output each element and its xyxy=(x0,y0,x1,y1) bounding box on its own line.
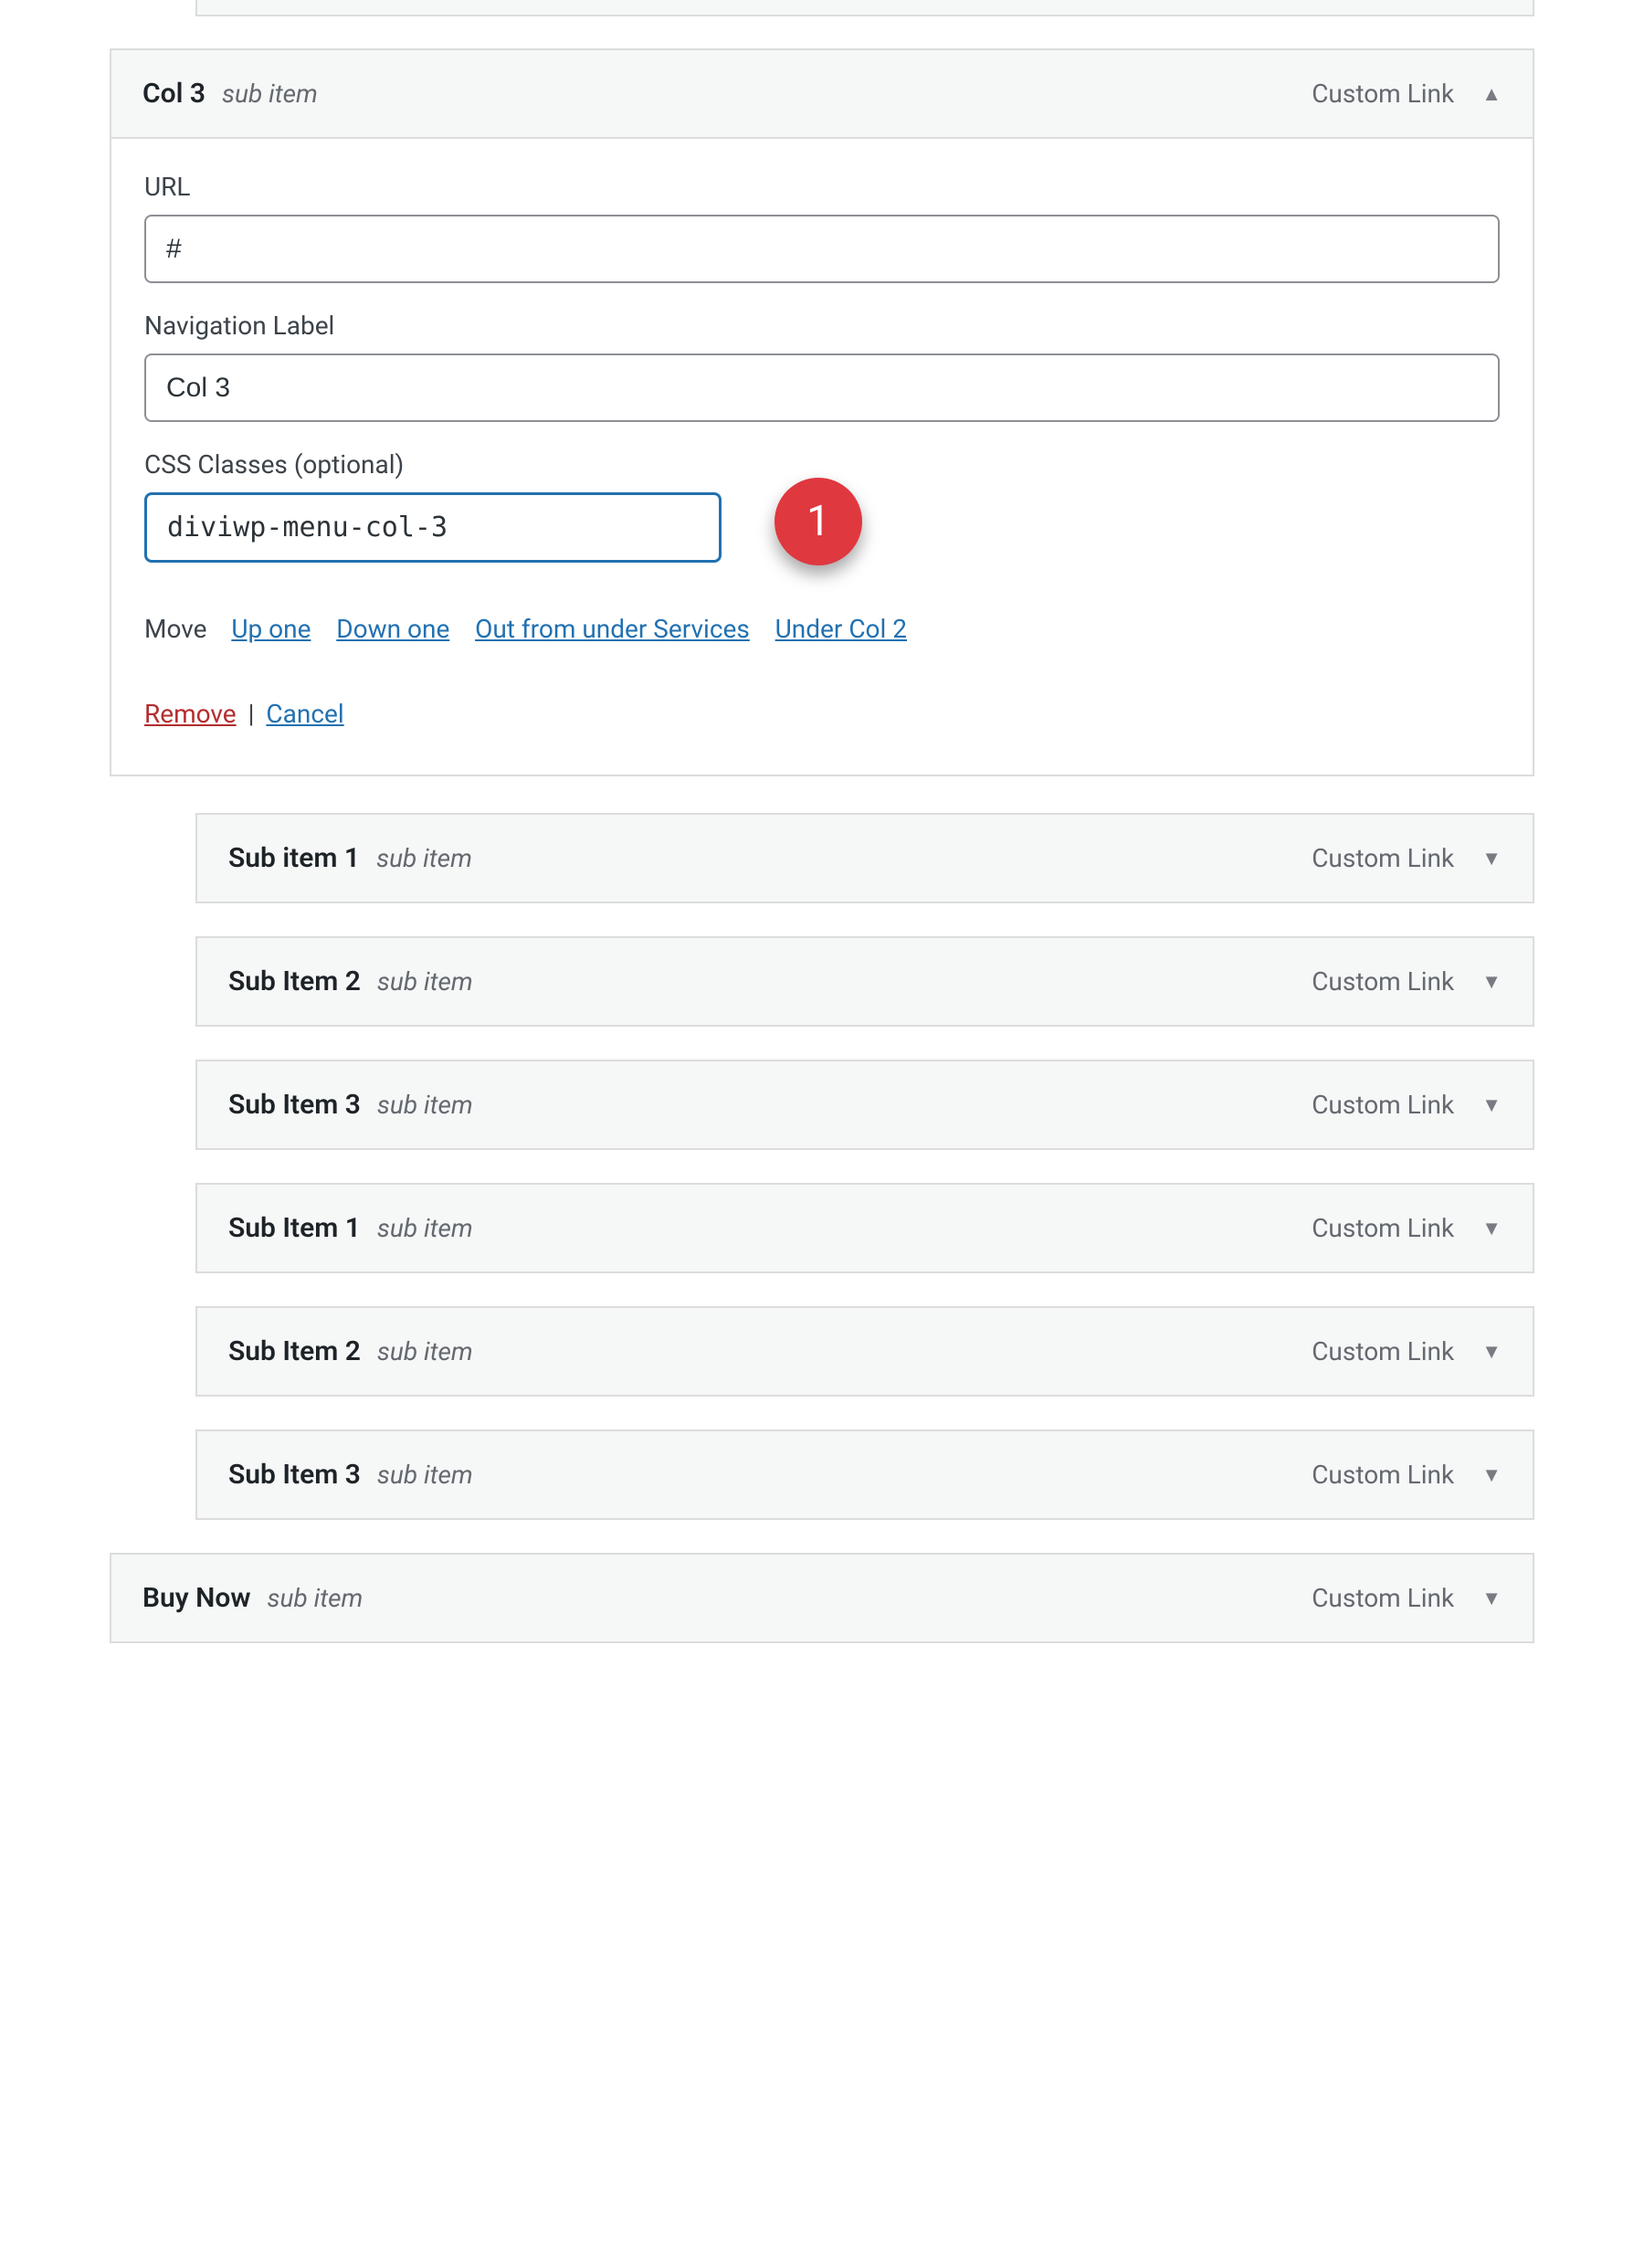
menu-item-header-right: Custom Link ▲ xyxy=(1312,79,1502,109)
menu-item-title: Sub Item 1 xyxy=(228,1212,361,1244)
menu-item-type: Custom Link xyxy=(1312,79,1454,109)
menu-item-collapsed[interactable]: Sub Item 3 sub item Custom Link ▼ xyxy=(195,1060,1534,1150)
menu-item-title: Sub Item 3 xyxy=(228,1459,361,1491)
css-classes-field-group: CSS Classes (optional) 1 xyxy=(144,449,1500,563)
menu-item-title: Sub Item 2 xyxy=(228,1335,361,1367)
menu-item-collapsed[interactable]: Sub Item 2 sub item Custom Link ▼ xyxy=(195,1306,1534,1397)
remove-link[interactable]: Remove xyxy=(144,699,237,729)
menu-item-collapsed[interactable]: Sub Item 1 sub item Custom Link ▼ xyxy=(195,1183,1534,1273)
nav-label-label: Navigation Label xyxy=(144,311,1500,341)
menu-item-buy-now[interactable]: Buy Now sub item Custom Link ▼ xyxy=(110,1553,1534,1643)
nav-label-input[interactable] xyxy=(144,353,1500,422)
menu-item-subtitle: sub item xyxy=(377,1213,473,1243)
menu-item-subtitle: sub item xyxy=(376,843,472,873)
move-row: Move Up one Down one Out from under Serv… xyxy=(144,614,1500,644)
menu-item-title: Sub item 1 xyxy=(228,842,360,874)
actions-row: Remove | Cancel xyxy=(144,699,1500,729)
menu-item-type: Custom Link xyxy=(1312,843,1454,873)
chevron-down-icon[interactable]: ▼ xyxy=(1481,847,1502,870)
css-classes-label: CSS Classes (optional) xyxy=(144,449,1500,480)
nav-label-field-group: Navigation Label xyxy=(144,311,1500,422)
url-field-group: URL xyxy=(144,172,1500,283)
chevron-down-icon[interactable]: ▼ xyxy=(1481,1093,1502,1117)
menu-item-type: Custom Link xyxy=(1312,1090,1454,1120)
css-classes-input[interactable] xyxy=(144,492,722,563)
menu-item-subtitle: sub item xyxy=(377,1336,473,1366)
chevron-down-icon[interactable]: ▼ xyxy=(1481,1463,1502,1487)
menu-item-subtitle: sub item xyxy=(222,79,318,109)
menu-item-type: Custom Link xyxy=(1312,1336,1454,1366)
menu-item-type: Custom Link xyxy=(1312,1213,1454,1243)
menu-item-collapsed[interactable]: Sub Item 3 sub item Custom Link ▼ xyxy=(195,1429,1534,1520)
sub-items-list: Sub item 1 sub item Custom Link ▼ Sub It… xyxy=(195,813,1534,1520)
chevron-down-icon[interactable]: ▼ xyxy=(1481,1217,1502,1240)
chevron-down-icon[interactable]: ▼ xyxy=(1481,1587,1502,1610)
menu-item-type: Custom Link xyxy=(1312,966,1454,997)
chevron-down-icon[interactable]: ▼ xyxy=(1481,1340,1502,1364)
annotation-badge-1: 1 xyxy=(775,478,862,565)
actions-separator: | xyxy=(248,699,255,729)
menu-item-subtitle: sub item xyxy=(377,1460,473,1490)
css-classes-input-wrap: 1 xyxy=(144,492,1500,563)
cancel-link[interactable]: Cancel xyxy=(266,699,343,729)
menu-item-subtitle: sub item xyxy=(377,966,473,997)
move-out-link[interactable]: Out from under Services xyxy=(475,614,750,644)
menu-item-title: Sub Item 3 xyxy=(228,1089,361,1121)
menu-item-header-left: Col 3 sub item xyxy=(142,78,318,110)
chevron-down-icon[interactable]: ▼ xyxy=(1481,970,1502,994)
url-input[interactable] xyxy=(144,215,1500,283)
url-label: URL xyxy=(144,172,1500,202)
menu-item-collapsed[interactable]: Sub item 1 sub item Custom Link ▼ xyxy=(195,813,1534,903)
move-label: Move xyxy=(144,614,206,644)
move-up-link[interactable]: Up one xyxy=(231,614,311,644)
menu-item-expanded: Col 3 sub item Custom Link ▲ URL Navigat… xyxy=(110,48,1534,776)
collapsed-item-partial xyxy=(195,0,1534,16)
menu-item-header[interactable]: Col 3 sub item Custom Link ▲ xyxy=(111,50,1533,139)
menu-item-subtitle: sub item xyxy=(268,1583,364,1613)
menu-item-body: URL Navigation Label CSS Classes (option… xyxy=(111,139,1533,775)
menu-item-collapsed[interactable]: Sub Item 2 sub item Custom Link ▼ xyxy=(195,936,1534,1027)
menu-item-type: Custom Link xyxy=(1312,1460,1454,1490)
menu-item-title: Sub Item 2 xyxy=(228,965,361,997)
chevron-up-icon[interactable]: ▲ xyxy=(1481,82,1502,106)
menu-item-title: Buy Now xyxy=(142,1582,251,1614)
move-down-link[interactable]: Down one xyxy=(336,614,449,644)
menu-item-type: Custom Link xyxy=(1312,1583,1454,1613)
menu-item-title: Col 3 xyxy=(142,78,206,110)
menu-item-subtitle: sub item xyxy=(377,1090,473,1120)
move-under-link[interactable]: Under Col 2 xyxy=(775,614,907,644)
